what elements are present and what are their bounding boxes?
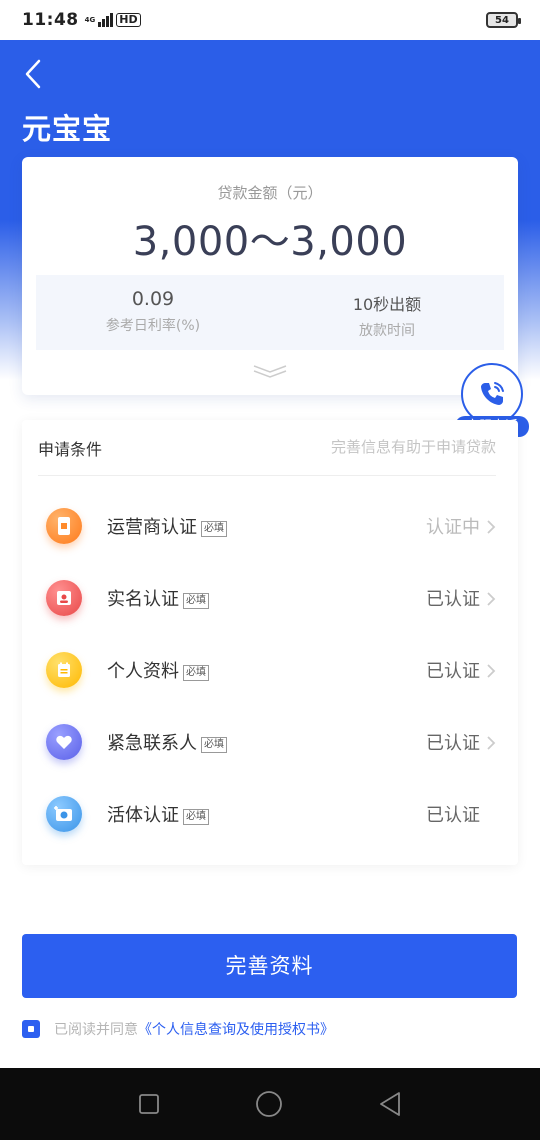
- back-icon[interactable]: [22, 58, 46, 90]
- condition-name: 运营商认证: [107, 517, 197, 538]
- heart-icon: [46, 724, 82, 760]
- agreement-checkbox[interactable]: [22, 1020, 40, 1038]
- condition-item-emergency-contact[interactable]: 紧急联系人 必填 已认证: [22, 712, 518, 772]
- condition-item-carrier[interactable]: 运营商认证 必填 认证中: [22, 496, 518, 556]
- condition-item-liveness[interactable]: 活体认证 必填 已认证: [22, 784, 518, 844]
- recent-apps-icon[interactable]: [138, 1093, 160, 1115]
- payout-info: 10秒出额 放款时间: [270, 275, 504, 350]
- condition-item-profile[interactable]: 个人资料 必填 已认证: [22, 640, 518, 700]
- condition-status: 已认证: [426, 661, 480, 682]
- payout-time-value: 10秒出额: [352, 295, 422, 314]
- hd-icon: HD: [116, 13, 141, 27]
- condition-status: 已认证: [426, 589, 480, 610]
- page-title: 元宝宝: [22, 112, 113, 146]
- required-tag: 必填: [201, 737, 227, 753]
- network-type: 4G: [84, 16, 96, 24]
- payout-time-label: 放款时间: [359, 323, 415, 339]
- chevron-right-icon: [487, 736, 496, 750]
- condition-name: 实名认证: [107, 589, 179, 610]
- chevron-right-icon: [487, 664, 496, 678]
- agreement-link[interactable]: 《个人信息查询及使用授权书》: [138, 1019, 334, 1039]
- condition-status: 认证中: [426, 517, 480, 538]
- phone-card-icon: [46, 508, 82, 544]
- status-time: 11:48: [22, 10, 79, 30]
- condition-name: 紧急联系人: [107, 733, 197, 754]
- rate-value: 0.09: [131, 288, 175, 310]
- rate-label: 参考日利率(%): [105, 318, 201, 334]
- loan-amount-label: 贷款金额（元）: [217, 184, 323, 202]
- condition-name: 个人资料: [107, 661, 179, 682]
- conditions-hint: 完善信息有助于申请贷款: [330, 438, 496, 456]
- required-tag: 必填: [183, 809, 209, 825]
- required-tag: 必填: [183, 665, 209, 681]
- conditions-title: 申请条件: [38, 440, 103, 459]
- condition-status: 已认证: [426, 805, 480, 826]
- loan-amount: 3,000～3,000: [132, 219, 408, 265]
- condition-name: 活体认证: [107, 805, 179, 826]
- condition-status: 已认证: [426, 733, 480, 754]
- camera-icon: [46, 796, 82, 832]
- required-tag: 必填: [201, 521, 227, 537]
- required-tag: 必填: [183, 593, 209, 609]
- profile-icon: [46, 652, 82, 688]
- conditions-card: 申请条件 完善信息有助于申请贷款 运营商认证 必填 认证中 实名认证 必填 已认证 …: [22, 420, 518, 865]
- id-card-icon: [46, 580, 82, 616]
- conditions-header: 申请条件 完善信息有助于申请贷款: [38, 436, 496, 476]
- battery-icon: 54: [486, 12, 521, 28]
- battery-level: 54: [495, 14, 509, 26]
- agreement-prefix: 已阅读并同意: [54, 1022, 138, 1038]
- chevron-right-icon: [487, 520, 496, 534]
- chevron-right-icon: [487, 592, 496, 606]
- home-icon[interactable]: [255, 1090, 283, 1118]
- expand-chevron-icon[interactable]: [252, 363, 288, 379]
- agreement-row: 已阅读并同意 《个人信息查询及使用授权书》: [22, 1019, 334, 1039]
- rate-info: 0.09 参考日利率(%): [36, 275, 270, 350]
- loan-card: 贷款金额（元） 3,000～3,000 0.09 参考日利率(%) 10秒出额 …: [22, 157, 518, 395]
- navigation-bar: [0, 1068, 540, 1140]
- signal-icon: 4G HD: [85, 13, 141, 27]
- back-nav-icon[interactable]: [378, 1091, 402, 1117]
- complete-info-button[interactable]: 完善资料: [22, 934, 517, 998]
- condition-item-realname[interactable]: 实名认证 必填 已认证: [22, 568, 518, 628]
- loan-info-panel: 0.09 参考日利率(%) 10秒出额 放款时间: [36, 275, 504, 350]
- status-bar: 11:48 4G HD 54: [0, 0, 540, 40]
